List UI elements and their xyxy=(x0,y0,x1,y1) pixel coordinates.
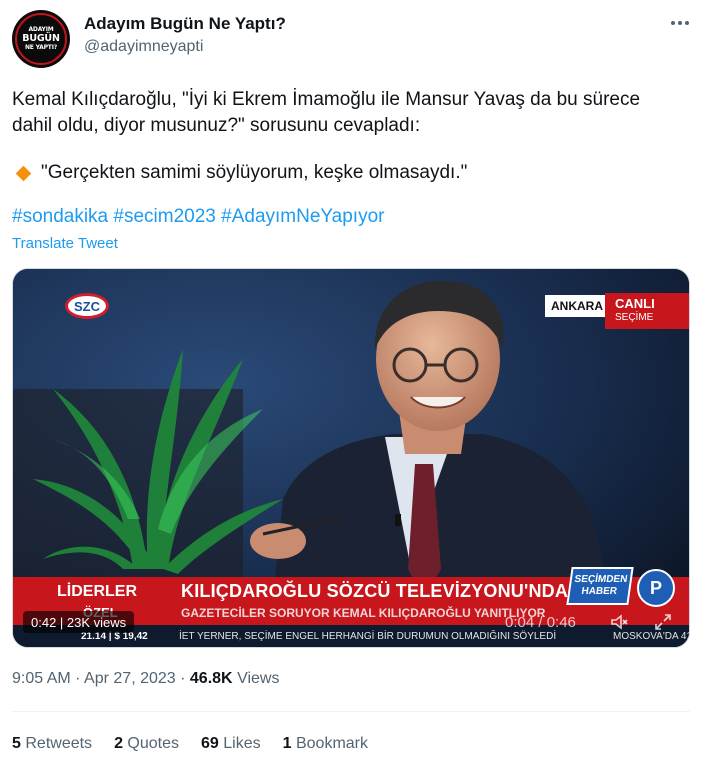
subheadline-text: GAZETECİLER SORUYOR KEMAL KILIÇDAROĞLU Y… xyxy=(181,606,546,620)
avatar[interactable]: ADAYIM BUGÜN NE YAPTI? xyxy=(12,10,70,68)
tweet-meta: 9:05 AM · Apr 27, 2023 · 46.8K Views xyxy=(12,670,279,688)
bookmarks-count: 1 xyxy=(282,735,292,752)
meta-separator: · xyxy=(180,670,190,687)
retweets-count: 5 xyxy=(12,735,21,752)
hashtags: #sondakika #secim2023 #AdayımNeYapıyor xyxy=(12,204,384,230)
ticker-left-title: LİDERLER xyxy=(57,583,137,600)
bookmarks-stat[interactable]: 1 Bookmark xyxy=(283,735,368,753)
video-player[interactable]: SZC ANKARA CANLI SEÇİME LİDERLER ÖZEL KI… xyxy=(12,268,690,648)
live-label: CANLI xyxy=(615,296,655,311)
divider xyxy=(12,711,690,712)
engagement-stats: 5 Retweets 2 Quotes 69 Likes 1 Bookmark xyxy=(12,735,368,753)
live-badge: CANLI SEÇİME xyxy=(605,293,689,329)
likes-stat[interactable]: 69 Likes xyxy=(201,735,261,753)
tweet-date[interactable]: Apr 27, 2023 xyxy=(84,670,176,687)
fullscreen-icon[interactable] xyxy=(653,612,673,632)
hashtag-link[interactable]: #AdayımNeYapıyor xyxy=(221,206,384,227)
program-badge: SEÇİMDEN HABER xyxy=(566,567,634,605)
program-badge-line-2: HABER xyxy=(580,586,618,597)
avatar-line-2: BUGÜN xyxy=(22,33,60,45)
channel-logo: SZC xyxy=(65,293,109,319)
display-name[interactable]: Adayım Bugün Ne Yaptı? xyxy=(84,14,286,34)
likes-label: Likes xyxy=(223,735,261,752)
hashtag-link[interactable]: #sondakika xyxy=(12,206,108,227)
video-time: 0:04 / 0:46 xyxy=(505,613,576,631)
bookmarks-label: Bookmark xyxy=(295,735,369,752)
program-logo: P xyxy=(637,569,675,607)
crawl-right-text: MOSKOVA'DA 41 xyxy=(613,631,690,642)
quotes-label: Quotes xyxy=(127,735,180,752)
retweets-stat[interactable]: 5 Retweets xyxy=(12,735,92,753)
translate-tweet-link[interactable]: Translate Tweet xyxy=(12,235,118,252)
tweet: ADAYIM BUGÜN NE YAPTI? Adayım Bugün Ne Y… xyxy=(0,0,711,767)
hashtag-link[interactable]: #secim2023 xyxy=(113,206,215,227)
program-badge-line-1: SEÇİMDEN xyxy=(573,574,629,585)
live-sublabel: SEÇİME xyxy=(615,312,654,323)
location-label: ANKARA xyxy=(545,295,609,317)
meta-separator: · xyxy=(75,670,85,687)
quotes-count: 2 xyxy=(114,735,123,752)
quote-text: "Gerçekten samimi söylüyorum, keşke olma… xyxy=(41,162,468,183)
user-handle[interactable]: @adayimneyapti xyxy=(84,38,203,56)
views-label: Views xyxy=(237,670,280,687)
quotes-stat[interactable]: 2 Quotes xyxy=(114,735,179,753)
avatar-logo: ADAYIM BUGÜN NE YAPTI? xyxy=(15,13,67,65)
avatar-line-3: NE YAPTI? xyxy=(24,43,58,51)
tweet-quote: "Gerçekten samimi söylüyorum, keşke olma… xyxy=(14,160,467,186)
video-views: 0:42 | 23K views xyxy=(23,611,135,633)
mute-icon[interactable] xyxy=(609,612,629,632)
tweet-text-line-1: Kemal Kılıçdaroğlu, "İyi ki Ekrem İmamoğ… xyxy=(12,89,641,110)
tweet-text-line-2: dahil oldu, diyor musunuz?" sorusunu cev… xyxy=(12,115,421,136)
headline-text: KILIÇDAROĞLU SÖZCÜ TELEVİZYONU'NDA xyxy=(181,581,569,601)
diamond-icon xyxy=(15,165,32,181)
tweet-time[interactable]: 9:05 AM xyxy=(12,670,71,687)
retweets-label: Retweets xyxy=(25,735,93,752)
likes-count: 69 xyxy=(201,735,219,752)
views-count: 46.8K xyxy=(189,670,233,687)
more-icon[interactable] xyxy=(666,12,694,34)
